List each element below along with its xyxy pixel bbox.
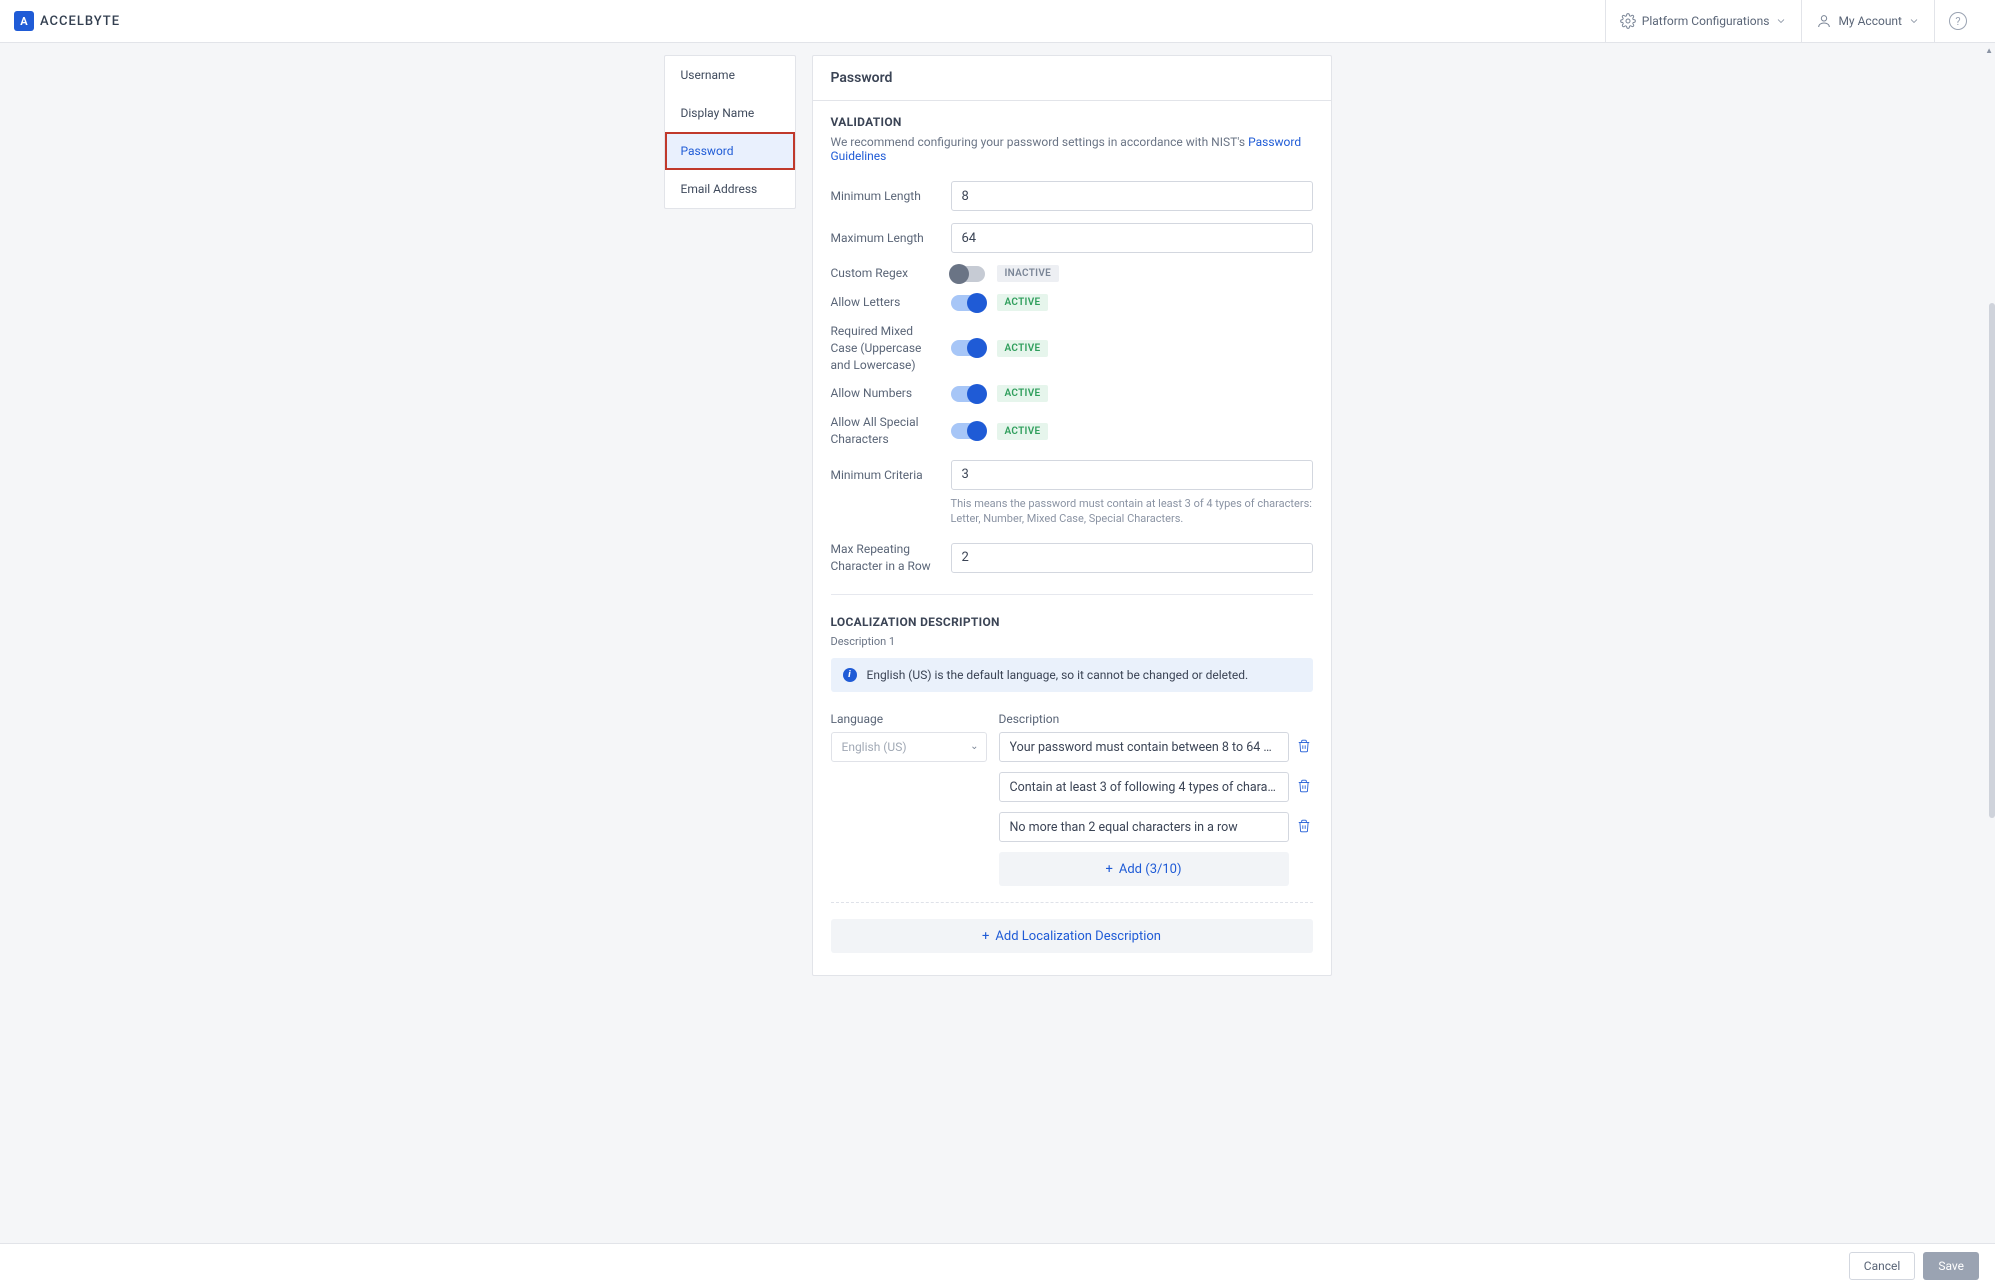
input-min-length[interactable] xyxy=(951,181,1313,211)
plus-icon: + xyxy=(982,929,989,944)
language-label: Language xyxy=(831,712,987,726)
trash-icon xyxy=(1297,739,1311,753)
trash-icon xyxy=(1297,779,1311,793)
description-input-2[interactable] xyxy=(999,772,1289,802)
my-account-label: My Account xyxy=(1838,14,1902,28)
panel-title: Password xyxy=(813,56,1331,101)
language-select[interactable]: English (US) xyxy=(831,732,987,762)
input-min-criteria[interactable] xyxy=(951,460,1313,490)
toggle-allow-letters[interactable] xyxy=(951,295,985,311)
hint-min-criteria: This means the password must contain at … xyxy=(951,496,1313,527)
row-allow-special: Allow All Special Characters ACTIVE xyxy=(831,414,1313,448)
info-banner-text: English (US) is the default language, so… xyxy=(867,668,1249,682)
add-description-label: Add (3/10) xyxy=(1119,862,1182,877)
gear-icon xyxy=(1620,13,1636,29)
label-max-length: Maximum Length xyxy=(831,230,939,247)
add-localization-button[interactable]: + Add Localization Description xyxy=(831,919,1313,953)
section-divider xyxy=(831,594,1313,595)
description-item xyxy=(999,812,1313,842)
info-icon: i xyxy=(843,668,857,682)
validation-subtext: We recommend configuring your password s… xyxy=(831,135,1313,163)
info-banner: i English (US) is the default language, … xyxy=(831,658,1313,692)
trash-icon xyxy=(1297,819,1311,833)
badge-allow-numbers: ACTIVE xyxy=(997,385,1049,402)
my-account-menu[interactable]: My Account xyxy=(1801,0,1934,43)
sidemenu-item-email-address[interactable]: Email Address xyxy=(665,170,795,208)
input-max-length[interactable] xyxy=(951,223,1313,253)
sidemenu-item-display-name[interactable]: Display Name xyxy=(665,94,795,132)
save-button[interactable]: Save xyxy=(1923,1252,1979,1280)
logo-text: ACCELBYTE xyxy=(40,14,120,29)
description-column: Description xyxy=(999,712,1313,886)
badge-allow-letters: ACTIVE xyxy=(997,294,1049,311)
description-item xyxy=(999,772,1313,802)
row-mixed-case: Required Mixed Case (Uppercase and Lower… xyxy=(831,323,1313,373)
label-min-length: Minimum Length xyxy=(831,188,939,205)
side-menu: Username Display Name Password Email Add… xyxy=(664,55,796,209)
row-min-criteria: Minimum Criteria xyxy=(831,460,1313,490)
platform-configurations-label: Platform Configurations xyxy=(1642,14,1770,28)
toggle-mixed-case[interactable] xyxy=(951,340,985,356)
label-allow-letters: Allow Letters xyxy=(831,294,939,311)
main-panel: Password VALIDATION We recommend configu… xyxy=(812,55,1332,976)
platform-configurations-menu[interactable]: Platform Configurations xyxy=(1605,0,1802,43)
row-allow-numbers: Allow Numbers ACTIVE xyxy=(831,385,1313,402)
description-tag: Description 1 xyxy=(831,635,1313,648)
page-body: Username Display Name Password Email Add… xyxy=(0,43,1995,1056)
label-mixed-case: Required Mixed Case (Uppercase and Lower… xyxy=(831,323,939,373)
badge-custom-regex: INACTIVE xyxy=(997,265,1060,282)
row-allow-letters: Allow Letters ACTIVE xyxy=(831,294,1313,311)
delete-description-button[interactable] xyxy=(1297,819,1313,835)
user-icon xyxy=(1816,13,1832,29)
label-allow-special: Allow All Special Characters xyxy=(831,414,939,448)
row-min-length: Minimum Length xyxy=(831,181,1313,211)
top-right-nav: Platform Configurations My Account ? xyxy=(1605,0,1981,43)
row-max-repeat: Max Repeating Character in a Row xyxy=(831,541,1313,575)
row-max-length: Maximum Length xyxy=(831,223,1313,253)
toggle-custom-regex[interactable] xyxy=(951,266,985,282)
badge-allow-special: ACTIVE xyxy=(997,423,1049,440)
toggle-allow-special[interactable] xyxy=(951,423,985,439)
sidemenu-item-username[interactable]: Username xyxy=(665,56,795,94)
localization-row: Language English (US) ⌄ Description xyxy=(831,712,1313,886)
label-custom-regex: Custom Regex xyxy=(831,265,939,282)
validation-heading: VALIDATION xyxy=(831,115,1313,129)
badge-mixed-case: ACTIVE xyxy=(997,340,1049,357)
row-custom-regex: Custom Regex INACTIVE xyxy=(831,265,1313,282)
delete-description-button[interactable] xyxy=(1297,779,1313,795)
logo: A ACCELBYTE xyxy=(14,11,120,31)
description-input-1[interactable] xyxy=(999,732,1289,762)
help-icon: ? xyxy=(1949,12,1967,30)
label-allow-numbers: Allow Numbers xyxy=(831,385,939,402)
localization-heading: LOCALIZATION DESCRIPTION xyxy=(831,615,1313,629)
label-max-repeat: Max Repeating Character in a Row xyxy=(831,541,939,575)
description-input-3[interactable] xyxy=(999,812,1289,842)
footer-bar: Cancel Save xyxy=(0,1243,1995,1287)
delete-description-button[interactable] xyxy=(1297,739,1313,755)
plus-icon: + xyxy=(1105,862,1112,877)
input-max-repeat[interactable] xyxy=(951,543,1313,573)
cancel-button[interactable]: Cancel xyxy=(1849,1252,1916,1280)
label-min-criteria: Minimum Criteria xyxy=(831,467,939,484)
add-description-button[interactable]: + Add (3/10) xyxy=(999,852,1289,886)
panel-body: VALIDATION We recommend configuring your… xyxy=(813,101,1331,975)
chevron-down-icon xyxy=(1775,15,1787,27)
logo-mark: A xyxy=(14,11,34,31)
validation-subtext-prefix: We recommend configuring your password s… xyxy=(831,135,1249,149)
language-column: Language English (US) ⌄ xyxy=(831,712,987,886)
add-localization-label: Add Localization Description xyxy=(995,929,1161,944)
sidemenu-item-password[interactable]: Password xyxy=(665,132,795,170)
chevron-down-icon xyxy=(1908,15,1920,27)
description-item xyxy=(999,732,1313,762)
scroll-up-icon[interactable]: ▲ xyxy=(1985,46,1993,55)
description-label: Description xyxy=(999,712,1313,726)
help-button[interactable]: ? xyxy=(1934,0,1981,43)
top-bar: A ACCELBYTE Platform Configurations My A… xyxy=(0,0,1995,43)
toggle-allow-numbers[interactable] xyxy=(951,386,985,402)
scrollbar-thumb[interactable] xyxy=(1989,303,1995,818)
language-select-wrap: English (US) ⌄ xyxy=(831,732,987,762)
dotted-divider xyxy=(831,902,1313,903)
